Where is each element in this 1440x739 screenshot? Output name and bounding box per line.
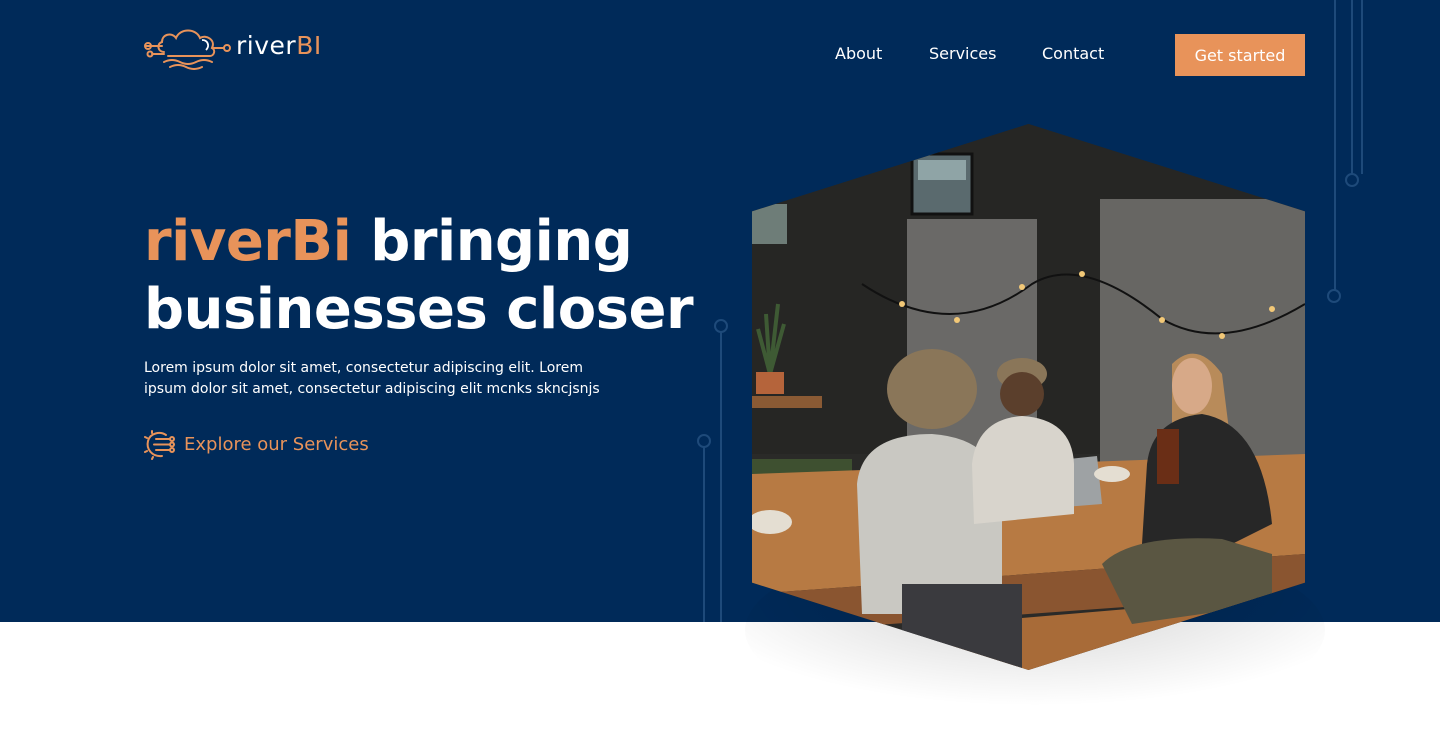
nav-about[interactable]: About (835, 44, 882, 63)
brand-wordmark: riverBI (236, 31, 322, 60)
hero-headline: riverBi bringing businesses closer (144, 208, 694, 344)
headline-rest: bringing (351, 209, 633, 274)
brand-logo[interactable]: riverBI (144, 22, 322, 70)
explore-services-link[interactable]: Explore our Services (144, 429, 369, 460)
hero-photo (752, 124, 1305, 670)
circuit-icon (144, 430, 175, 460)
brand-name-accent: BI (296, 30, 322, 60)
explore-label: Explore our Services (184, 434, 369, 455)
hero-subtext: Lorem ipsum dolor sit amet, consectetur … (144, 360, 600, 397)
brand-name: river (236, 30, 297, 60)
headline-line2: businesses closer (144, 277, 694, 342)
cloud-circuit-logo-icon (144, 29, 231, 70)
nav-contact[interactable]: Contact (1042, 44, 1104, 63)
cafe-meeting-image (752, 124, 1305, 670)
nav-services[interactable]: Services (929, 44, 996, 63)
get-started-button[interactable]: Get started (1175, 34, 1305, 76)
headline-accent: riverBi (144, 209, 352, 274)
